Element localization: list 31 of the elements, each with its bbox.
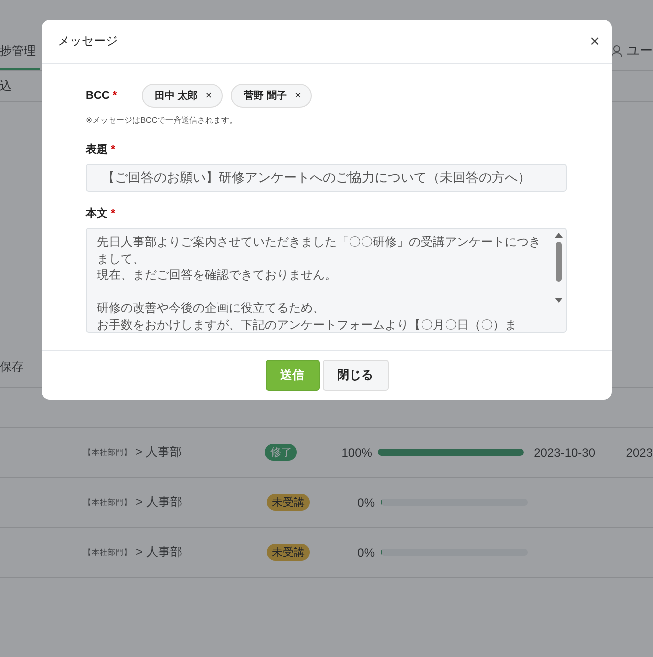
save-label: 保存 [0, 358, 24, 376]
department-name: > 人事部 [136, 544, 184, 561]
nav-tab[interactable]: 捗管理 [0, 43, 40, 70]
bcc-note: ※メッセージはBCCで一斉送信されます。 [86, 115, 239, 126]
scroll-up-icon [555, 233, 563, 238]
recipient-chip: 菅野 聞子 × [231, 84, 312, 108]
user-menu[interactable]: ユー [611, 42, 653, 70]
department-name: > 人事部 [136, 494, 184, 511]
remove-button[interactable]: × [295, 90, 302, 102]
close-button[interactable]: × [590, 32, 600, 52]
status-badge: 未受講 [267, 494, 310, 511]
user-icon [611, 44, 623, 58]
status-badge: 修了 [265, 444, 298, 461]
dialog-title: メッセージ [58, 33, 118, 50]
date-text: 2023 [626, 446, 653, 460]
department-name: > 人事部 [136, 444, 183, 461]
progress-percent: 0% [356, 546, 375, 560]
scrollbar-thumb[interactable] [556, 242, 562, 282]
recipient-chip: 田中 太郎 × [142, 84, 224, 108]
date-text: 2023-10-30 [534, 446, 597, 460]
bcc-label: BCC * [86, 90, 118, 102]
subject-label: 表題 * [86, 142, 116, 157]
subject-field[interactable]: 【ご回答のお願い】研修アンケートへのご協力について（未回答の方へ） [86, 164, 567, 192]
remove-button[interactable]: × [206, 90, 212, 102]
scroll-down-icon [555, 298, 563, 303]
status-badge: 未受講 [267, 544, 310, 561]
body-label: 本文 * [86, 206, 116, 221]
toolbar-label: 込 [0, 78, 12, 94]
progress-percent: 0% [356, 496, 375, 510]
progress-percent: 100% [340, 446, 372, 460]
close-dialog-button[interactable]: 閉じる [322, 360, 388, 391]
